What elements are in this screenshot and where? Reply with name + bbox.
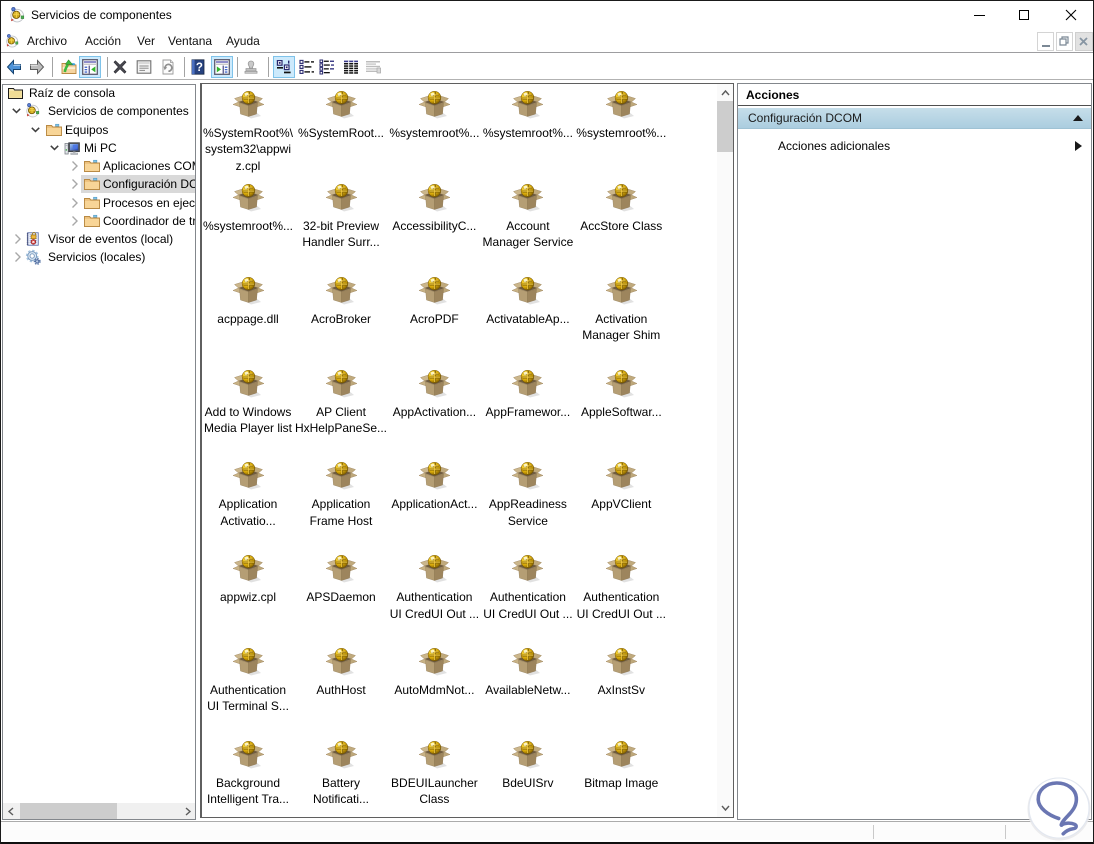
svg-text:?: ? xyxy=(196,62,203,74)
